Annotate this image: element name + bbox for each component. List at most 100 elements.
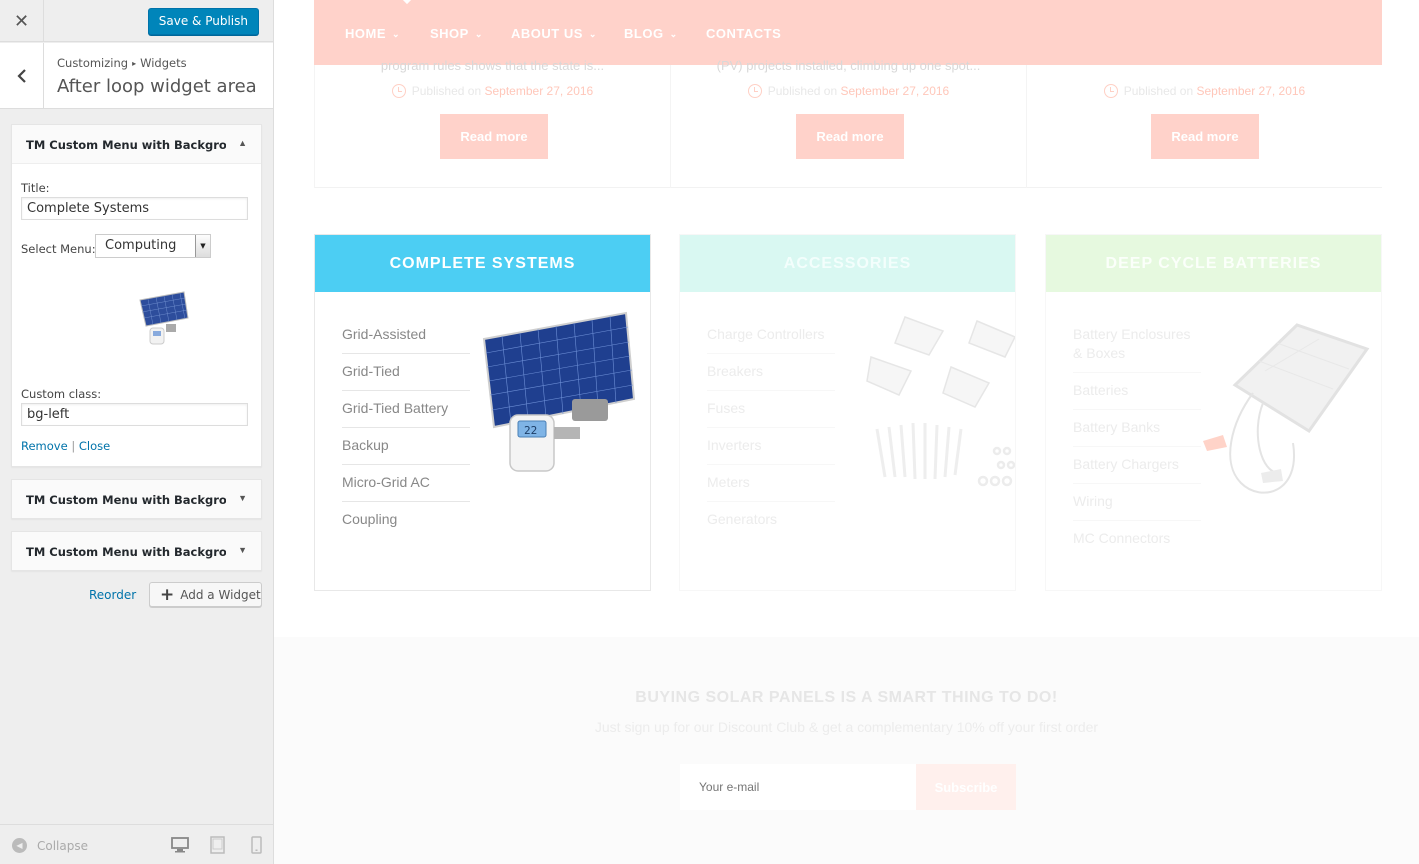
nav-about-us-label: ABOUT US [511,26,583,41]
mobile-preview-icon[interactable] [247,836,267,854]
category-link[interactable]: Grid-Assisted [342,325,470,354]
nav-shop[interactable]: SHOP ⌄ [430,26,483,41]
category-link[interactable]: Batteries [1073,381,1201,410]
solar-panel-thumbnail [139,291,189,345]
add-widget-label: Add a Widget [180,587,261,602]
collapse-arrow-icon: ◀ [12,838,27,853]
category-link[interactable]: Grid-Tied Battery [342,399,470,428]
customizer-header: ✕ Save & Publish [0,0,273,42]
category-link[interactable]: Meters [707,473,835,502]
newsletter-title: BUYING SOLAR PANELS IS A SMART THING TO … [635,689,1058,706]
post-card: Published on September 27, 2016 Read mor… [1026,65,1382,188]
category-card-complete-systems: COMPLETE SYSTEMS Grid-Assisted Grid-Tied… [314,234,651,591]
date-link[interactable]: September 27, 2016 [840,84,949,98]
widget-header[interactable]: TM Custom Menu with Backgrou... ▲ [12,125,261,164]
nav-home[interactable]: HOME ⌄ [345,26,400,41]
dropdown-arrow-icon[interactable]: ▼ [195,235,210,257]
published-label: Published on [411,84,482,98]
nav-home-label: HOME [345,26,386,41]
category-title: DEEP CYCLE BATTERIES [1046,235,1381,292]
svg-text:22: 22 [524,424,537,437]
category-menu: Battery Enclosures & Boxes Batteries Bat… [1073,325,1201,565]
read-more-button[interactable]: Read more [796,114,904,159]
plus-icon: + [160,584,175,605]
collapse-label: Collapse [37,838,88,853]
actions-separator: | [71,439,76,453]
post-excerpt: program rules shows that the state is... [380,58,605,73]
category-card-deep-cycle-batteries: DEEP CYCLE BATTERIES Battery Enclosures … [1045,234,1382,591]
read-more-button[interactable]: Read more [440,114,548,159]
category-link[interactable]: Coupling [342,510,470,538]
category-link[interactable]: Battery Chargers [1073,455,1201,484]
nav-contacts[interactable]: CONTACTS [706,26,781,41]
close-icon: ✕ [13,10,30,31]
customizer-sidebar: ✕ Save & Publish Customizing ▸ Widgets Aft… [0,0,274,864]
widget-actions: Remove | Close [21,439,110,453]
menu-select[interactable]: Computing ▼ [95,234,211,258]
tablet-preview-icon[interactable] [208,836,228,854]
category-link[interactable]: Battery Enclosures & Boxes [1073,325,1201,373]
triangle-down-icon[interactable]: ▼ [238,545,247,555]
close-customizer-button[interactable]: ✕ [0,0,44,42]
category-link[interactable]: MC Connectors [1073,529,1201,557]
chevron-down-icon: ⌄ [669,29,678,39]
back-button[interactable] [0,43,44,108]
nav-about-us[interactable]: ABOUT US ⌄ [511,26,597,41]
custom-class-input[interactable]: bg-left [21,403,248,426]
site-preview: HOME ⌄ SHOP ⌄ ABOUT US ⌄ BLOG ⌄ CONTACTS pro… [274,0,1419,864]
category-link[interactable]: Breakers [707,362,835,391]
triangle-up-icon[interactable]: ▲ [238,138,247,148]
category-title: ACCESSORIES [680,235,1015,292]
subscribe-button[interactable]: Subscribe [916,764,1016,810]
section-header: Customizing ▸ Widgets After loop widget ar… [0,43,273,109]
post-date: Published on September 27, 2016 [1027,84,1382,98]
save-publish-button[interactable]: Save & Publish [147,8,259,35]
published-label: Published on [767,84,838,98]
newsletter-section: BUYING SOLAR PANELS IS A SMART THING TO … [274,637,1419,864]
category-link[interactable]: Wiring [1073,492,1201,521]
widget-title: TM Custom Menu with Backgrou... [26,545,226,559]
widget-header[interactable]: TM Custom Menu with Backgrou... ▼ [12,480,261,518]
posts-row: program rules shows that the state is...… [314,58,1382,188]
widget-custom-menu-3[interactable]: TM Custom Menu with Backgrou... ▼ [11,531,262,571]
breadcrumb-section: Widgets [140,56,187,70]
category-link[interactable]: Micro-Grid AC [342,473,470,502]
title-label: Title: [21,181,50,195]
nav-blog[interactable]: BLOG ⌄ [624,26,678,41]
section-title: After loop widget area [57,76,257,97]
title-input[interactable]: Complete Systems [21,197,248,220]
category-link[interactable]: Grid-Tied [342,362,470,391]
category-link[interactable]: Backup [342,436,470,465]
reorder-link[interactable]: Reorder [89,588,136,602]
post-date: Published on September 27, 2016 [671,84,1026,98]
solar-panel-image: 22 [482,311,636,472]
add-widget-button[interactable]: + Add a Widget [149,582,262,607]
date-link[interactable]: September 27, 2016 [484,84,593,98]
published-label: Published on [1123,84,1194,98]
widget-header[interactable]: TM Custom Menu with Backgrou... ▼ [12,532,261,570]
nav-contacts-label: CONTACTS [706,26,782,41]
mounting-brackets-image [866,316,1015,487]
category-link[interactable]: Fuses [707,399,835,428]
collapse-button[interactable]: ◀ Collapse [12,838,88,853]
widget-custom-menu-1: TM Custom Menu with Backgrou... ▲ Title:… [11,124,262,467]
select-menu-label: Select Menu: [21,242,96,256]
newsletter-subtitle: Just sign up for our Discount Club & get… [594,719,1099,735]
email-input[interactable] [680,764,916,810]
main-navigation: HOME ⌄ SHOP ⌄ ABOUT US ⌄ BLOG ⌄ CONTACTS [314,0,1382,65]
triangle-down-icon[interactable]: ▼ [238,493,247,503]
menu-select-value: Computing [105,238,177,253]
category-link[interactable]: Inverters [707,436,835,465]
category-link[interactable]: Charge Controllers [707,325,835,354]
chevron-down-icon: ⌄ [392,29,401,39]
close-widget-link[interactable]: Close [79,439,110,453]
widget-custom-menu-2[interactable]: TM Custom Menu with Backgrou... ▼ [11,479,262,519]
category-link[interactable]: Generators [707,510,835,538]
date-link[interactable]: September 27, 2016 [1196,84,1305,98]
desktop-preview-icon[interactable] [161,836,199,864]
category-link[interactable]: Battery Banks [1073,418,1201,447]
read-more-button[interactable]: Read more [1151,114,1259,159]
breadcrumb: Customizing ▸ Widgets [57,56,187,70]
remove-widget-link[interactable]: Remove [21,439,68,453]
chevron-down-icon: ⌄ [474,29,483,39]
